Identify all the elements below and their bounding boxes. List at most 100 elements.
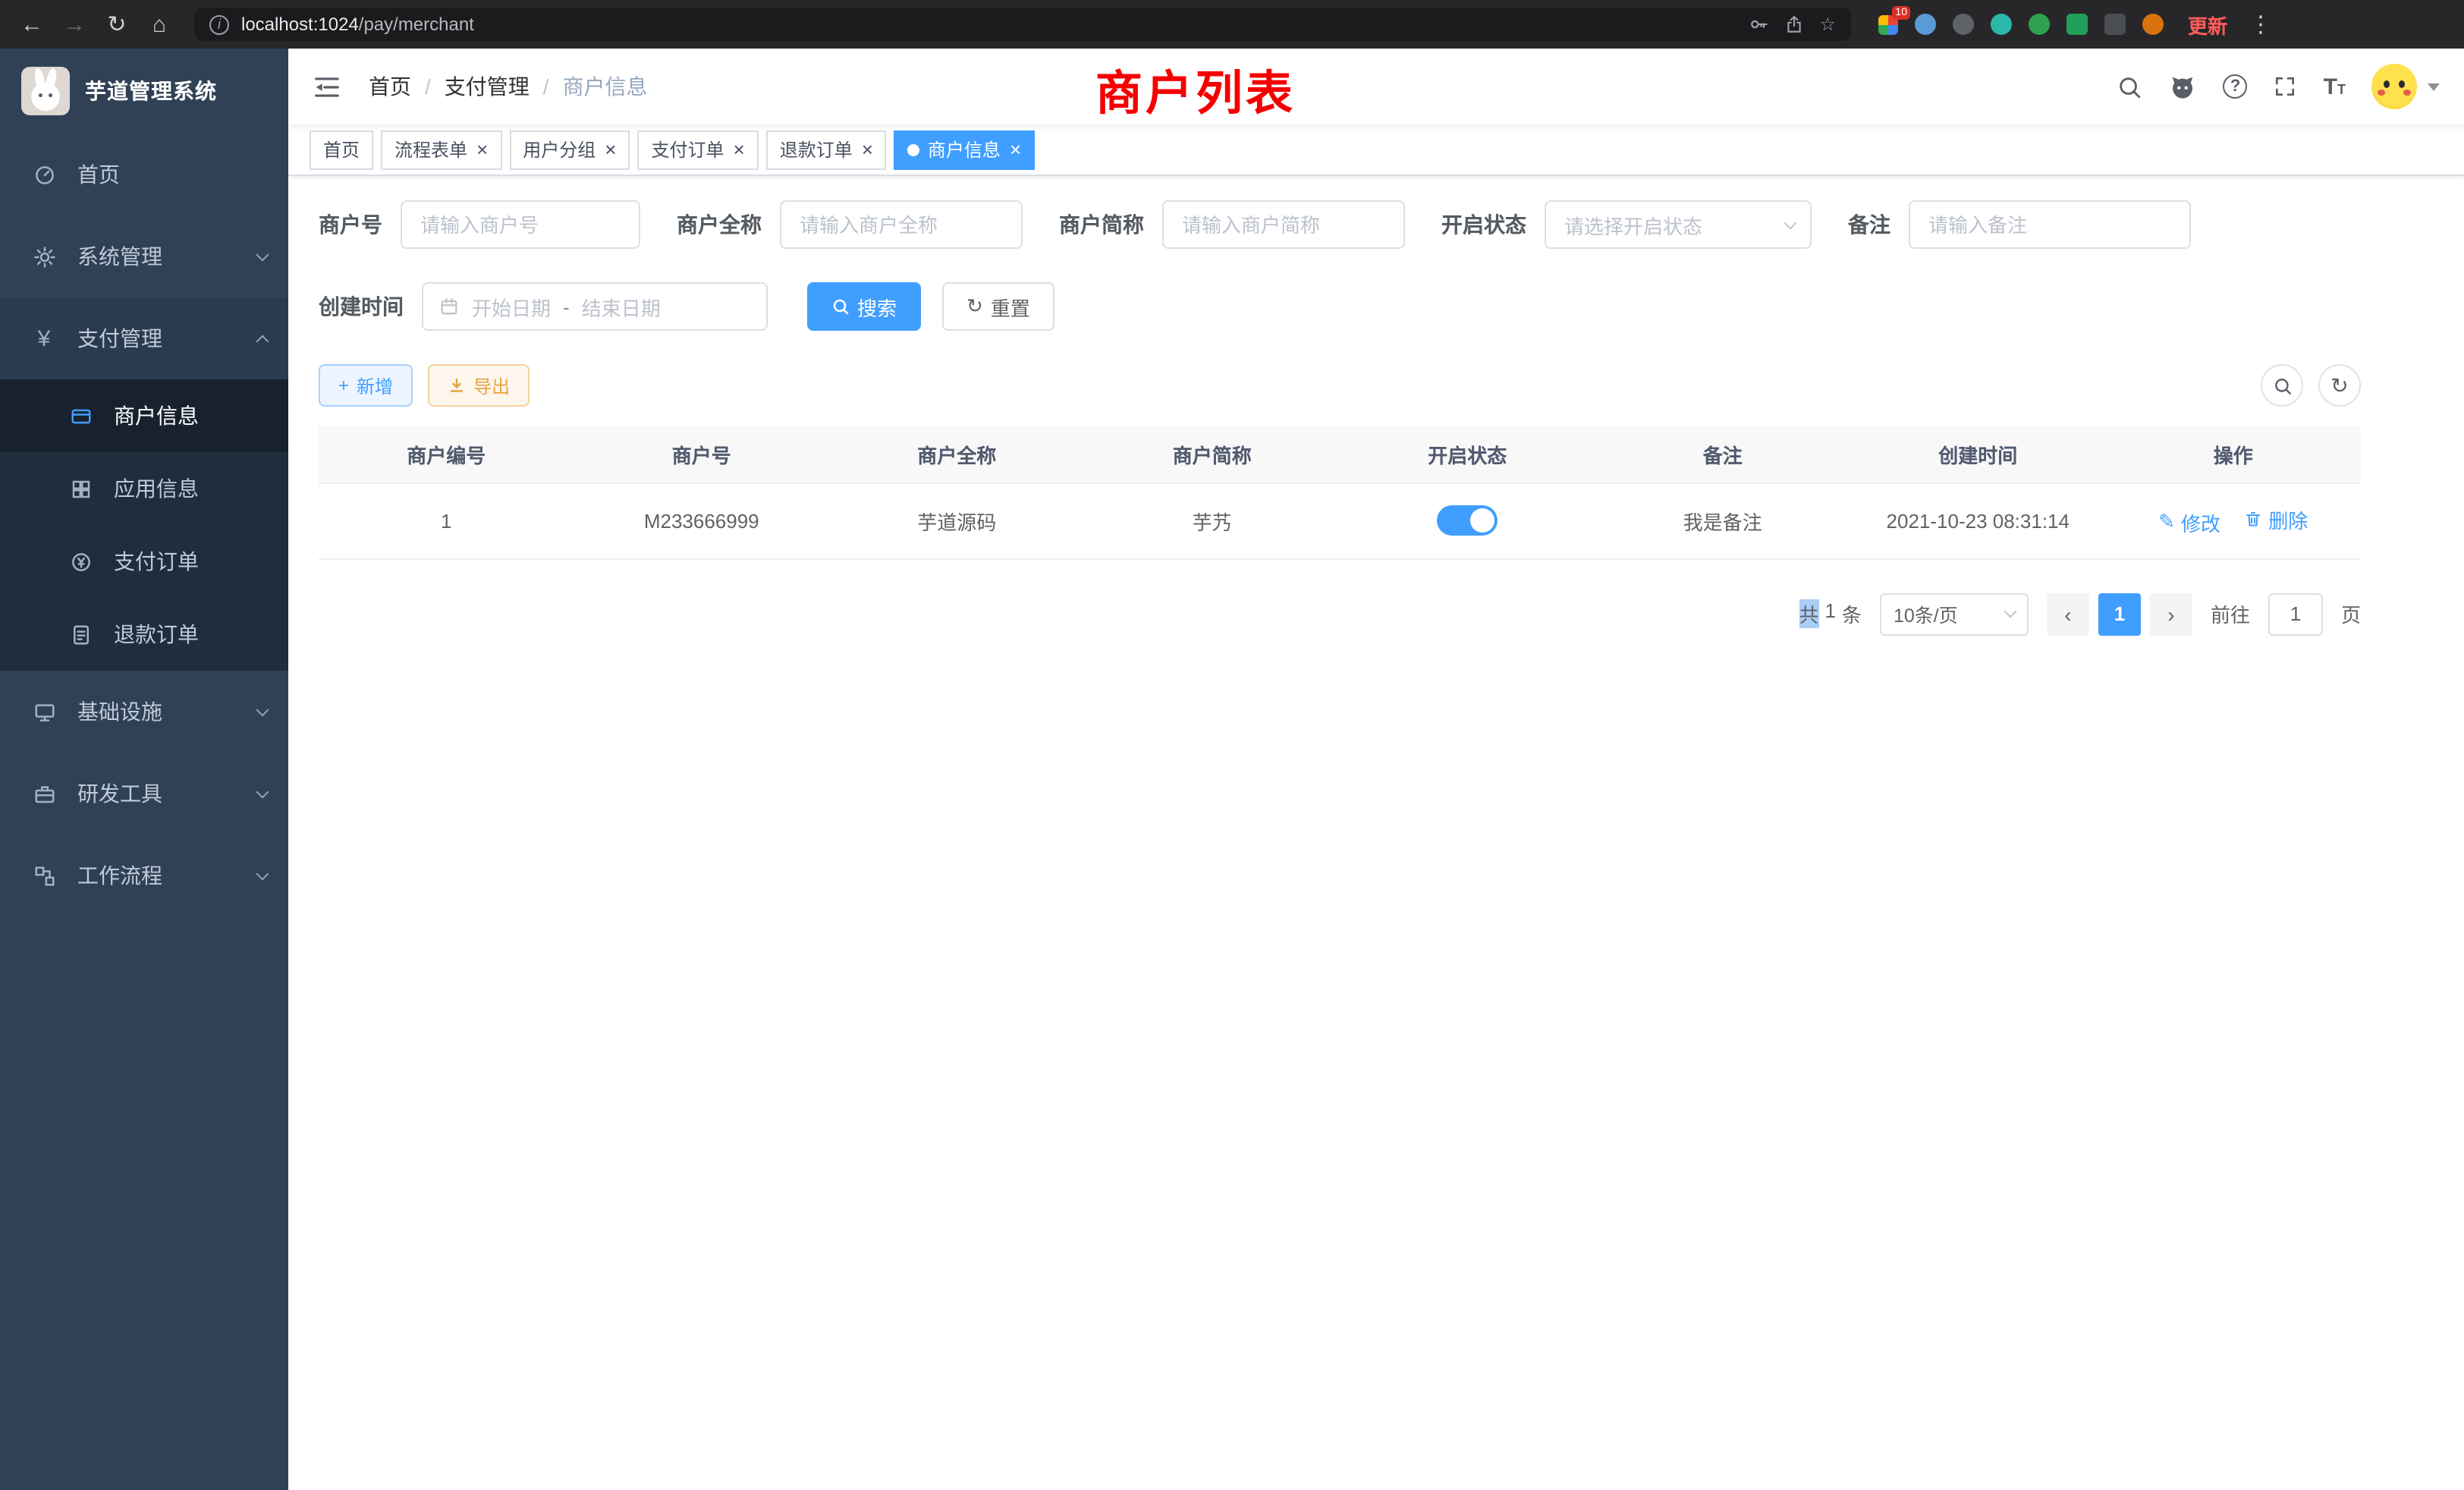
merchant-no-input[interactable] xyxy=(401,200,640,249)
breadcrumb-separator: / xyxy=(543,74,549,99)
share-icon[interactable] xyxy=(1784,14,1804,35)
sidebar-item-infrastructure[interactable]: 基础设施 xyxy=(0,671,288,753)
pagination: 共 1 条 10条/页 ‹ 1 › 前往 页 xyxy=(319,593,2361,635)
sidebar-item-refund-orders[interactable]: 退款订单 xyxy=(0,598,288,671)
close-icon[interactable]: × xyxy=(734,140,745,159)
sidebar-item-payment[interactable]: ¥ 支付管理 xyxy=(0,297,288,379)
status-toggle[interactable] xyxy=(1437,505,1498,536)
close-icon[interactable]: × xyxy=(1010,140,1021,159)
close-icon[interactable]: × xyxy=(862,140,873,159)
breadcrumb-separator: / xyxy=(425,74,431,99)
password-key-icon[interactable] xyxy=(1748,14,1769,35)
breadcrumb-home[interactable]: 首页 xyxy=(369,71,411,102)
profile-avatar-icon[interactable] xyxy=(2141,12,2165,36)
next-page-button[interactable]: › xyxy=(2150,593,2192,635)
bookmark-star-icon[interactable]: ☆ xyxy=(1819,14,1836,35)
extension-icon-gray[interactable] xyxy=(1951,12,1975,36)
tab-refund-orders[interactable]: 退款订单 × xyxy=(766,130,887,169)
font-size-icon[interactable]: TT xyxy=(2324,74,2346,99)
fullscreen-icon[interactable] xyxy=(2274,74,2298,99)
extension-icon-colorful[interactable]: 10 xyxy=(1875,12,1900,36)
export-button[interactable]: 导出 xyxy=(428,364,530,407)
close-icon[interactable]: × xyxy=(605,140,616,159)
extension-icon-green-circle[interactable] xyxy=(2027,12,2051,36)
cell-merchant-no: M233666999 xyxy=(574,483,830,558)
status-select[interactable]: 请选择开启状态 xyxy=(1545,200,1812,249)
payment-submenu: 商户信息 应用信息 支付订单 xyxy=(0,379,288,671)
tab-user-group[interactable]: 用户分组 × xyxy=(509,130,630,169)
edit-icon: ✎ xyxy=(2158,510,2175,534)
app-title: 芋道管理系统 xyxy=(85,76,217,106)
reset-button[interactable]: ↻ 重置 xyxy=(942,282,1054,331)
app: 芋道管理系统 首页 系统管理 ¥ 支付管理 xyxy=(0,49,2464,1490)
extension-icon-teal[interactable] xyxy=(1989,12,2013,36)
sidebar-item-label: 应用信息 xyxy=(114,473,199,504)
extension-icon-dark[interactable] xyxy=(2103,12,2127,36)
edit-link[interactable]: ✎ 修改 xyxy=(2158,508,2220,536)
extension-badge: 10 xyxy=(1892,6,1910,20)
browser-menu-icon[interactable]: ⋮ xyxy=(2241,5,2280,44)
sidebar-item-home[interactable]: 首页 xyxy=(0,134,288,215)
close-icon[interactable]: × xyxy=(476,140,488,159)
chevron-down-icon xyxy=(1784,216,1797,229)
url-path: /pay/merchant xyxy=(359,14,474,35)
browser-home-icon[interactable]: ⌂ xyxy=(140,5,179,44)
github-icon[interactable] xyxy=(2169,72,2198,101)
extension-icon-green-square[interactable] xyxy=(2065,12,2089,36)
sidebar-item-workflow[interactable]: 工作流程 xyxy=(0,835,288,916)
goto-page-input[interactable] xyxy=(2268,593,2323,635)
page-size-value: 10条/页 xyxy=(1894,599,1958,628)
breadcrumb-payment[interactable]: 支付管理 xyxy=(445,71,530,102)
add-button[interactable]: + 新增 xyxy=(319,364,413,407)
logo[interactable]: 芋道管理系统 xyxy=(0,49,288,134)
pagination-total: 共 1 条 xyxy=(1799,599,1862,628)
browser-forward-icon[interactable]: → xyxy=(55,5,94,44)
prev-page-button[interactable]: ‹ xyxy=(2047,593,2089,635)
search-button[interactable]: 搜索 xyxy=(807,282,921,331)
toggle-search-icon[interactable] xyxy=(2261,364,2303,407)
short-name-input[interactable] xyxy=(1162,200,1405,249)
filter-merchant-no: 商户号 xyxy=(319,200,640,249)
help-icon[interactable]: ? xyxy=(2224,74,2248,99)
dashboard-icon xyxy=(30,163,58,186)
reset-button-label: 重置 xyxy=(991,292,1030,321)
cell-remark: 我是备注 xyxy=(1595,483,1851,558)
sidebar-item-pay-orders[interactable]: 支付订单 xyxy=(0,525,288,598)
page-size-select[interactable]: 10条/页 xyxy=(1880,593,2029,635)
site-info-icon[interactable]: i xyxy=(209,14,229,34)
tab-home[interactable]: 首页 xyxy=(310,130,373,169)
chevron-down-icon xyxy=(256,785,269,798)
extension-icon-blue[interactable] xyxy=(1913,12,1938,36)
sidebar-item-app-info[interactable]: 应用信息 xyxy=(0,452,288,525)
total-prefix: 共 xyxy=(1799,599,1818,628)
sidebar-toggle-icon[interactable] xyxy=(313,72,341,101)
tab-pay-orders[interactable]: 支付订单 × xyxy=(637,130,758,169)
page-1-button[interactable]: 1 xyxy=(2098,593,2141,635)
user-avatar[interactable] xyxy=(2371,64,2417,109)
avatar-caret-icon[interactable] xyxy=(2428,83,2440,90)
sidebar-item-dev-tools[interactable]: 研发工具 xyxy=(0,753,288,835)
cell-actions: ✎ 修改 删除 xyxy=(2106,483,2362,558)
refresh-table-icon[interactable]: ↻ xyxy=(2318,364,2361,407)
tab-merchant-info[interactable]: 商户信息 × xyxy=(894,130,1035,169)
filter-label: 商户全称 xyxy=(677,209,762,240)
tab-process-form[interactable]: 流程表单 × xyxy=(381,130,501,169)
browser-back-icon[interactable]: ← xyxy=(12,5,52,44)
filter-row-1: 商户号 商户全称 商户简称 开启状态 请选择开启状态 xyxy=(319,200,2361,249)
search-icon[interactable] xyxy=(2117,74,2143,99)
full-name-input[interactable] xyxy=(780,200,1023,249)
remark-input[interactable] xyxy=(1909,200,2191,249)
sidebar: 芋道管理系统 首页 系统管理 ¥ 支付管理 xyxy=(0,49,288,1490)
browser-reload-icon[interactable]: ↻ xyxy=(97,5,137,44)
browser-update-button[interactable]: 更新 xyxy=(2188,10,2227,39)
sidebar-item-merchant-info[interactable]: 商户信息 xyxy=(0,379,288,452)
delete-link[interactable]: 删除 xyxy=(2244,505,2308,533)
address-bar[interactable]: i localhost:1024/pay/merchant ☆ xyxy=(194,8,1851,41)
active-dot xyxy=(908,143,920,156)
date-range-picker[interactable]: 开始日期 - 结束日期 xyxy=(422,282,768,331)
refresh-icon: ↻ xyxy=(966,294,983,319)
pager: ‹ 1 › xyxy=(2047,593,2192,635)
sidebar-item-system[interactable]: 系统管理 xyxy=(0,215,288,297)
chevron-down-icon xyxy=(256,248,269,261)
filter-short-name: 商户简称 xyxy=(1059,200,1405,249)
